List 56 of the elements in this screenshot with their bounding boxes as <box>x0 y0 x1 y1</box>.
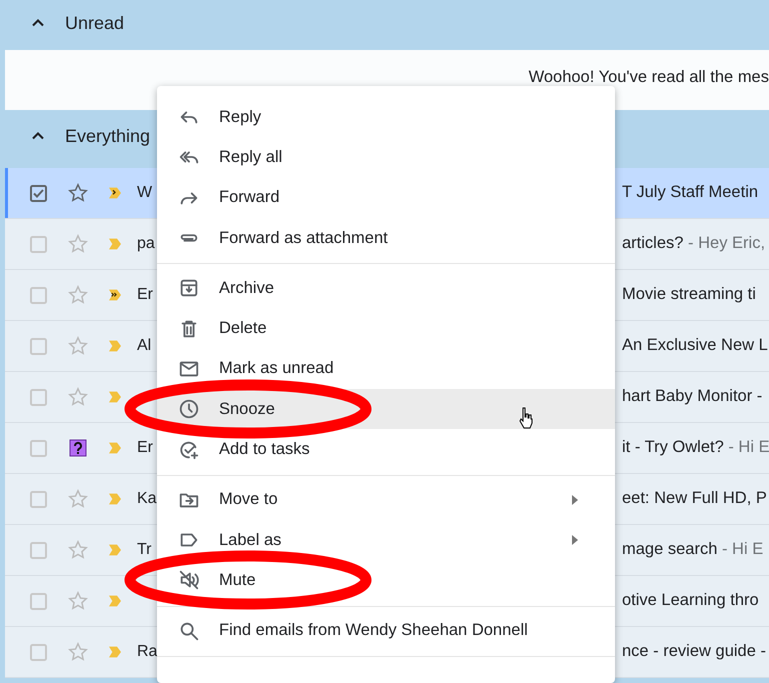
star-icon[interactable] <box>67 386 89 408</box>
star-icon[interactable] <box>67 590 89 612</box>
email-subject: articles? - Hey Eric, <box>622 234 766 253</box>
menu-item[interactable]: Add to tasks <box>157 429 615 470</box>
sender-name: Al <box>137 337 152 355</box>
star-icon[interactable] <box>67 641 89 663</box>
menu-item[interactable]: Forward as attachment <box>157 218 615 258</box>
email-subject: eet: New Full HD, P <box>622 489 767 508</box>
checkbox[interactable] <box>30 236 47 252</box>
archive-icon <box>178 277 200 300</box>
menu-item[interactable]: Reply <box>157 97 615 138</box>
sender-name: Tr <box>137 541 152 559</box>
checkbox[interactable] <box>30 388 47 406</box>
star-icon[interactable] <box>67 488 89 510</box>
menu-item[interactable]: Mark as unread <box>157 348 615 390</box>
email-subject: it - Try Owlet? - Hi E <box>622 438 769 457</box>
notice-text: Woohoo! You've read all the mes <box>528 68 769 87</box>
question-mark-icon[interactable] <box>69 439 87 457</box>
sender-name: Ra <box>137 643 158 661</box>
sender-name: Ka <box>137 490 157 508</box>
checkbox[interactable] <box>30 490 47 508</box>
sender-name: Er <box>137 439 153 457</box>
checkbox[interactable] <box>30 184 47 202</box>
star-icon[interactable] <box>67 182 89 204</box>
clock-icon <box>178 398 200 420</box>
checkbox[interactable] <box>30 592 47 610</box>
menu-item[interactable]: Move to <box>157 480 615 520</box>
menu-item[interactable]: Forward <box>157 178 615 218</box>
checkbox[interactable] <box>30 338 47 354</box>
checkbox[interactable] <box>30 440 47 456</box>
sender-name: pa <box>137 235 155 253</box>
star-icon[interactable] <box>67 233 89 255</box>
muted-speaker-icon <box>178 569 200 592</box>
checkbox[interactable] <box>30 644 47 660</box>
hand-cursor-icon <box>519 407 533 430</box>
menu-item[interactable]: Label as <box>157 520 615 560</box>
menu-item[interactable]: Reply all <box>157 137 615 178</box>
email-subject: hart Baby Monitor - <box>622 387 762 406</box>
star-icon[interactable] <box>67 284 89 306</box>
email-subject: An Exclusive New L <box>622 336 768 355</box>
sender-name: W <box>137 184 152 202</box>
email-subject: mage search - Hi E <box>622 540 764 559</box>
menu-item[interactable]: Delete <box>157 308 615 349</box>
section-title: Unread <box>65 12 124 34</box>
menu-item[interactable]: Archive <box>157 268 615 308</box>
star-icon[interactable] <box>67 539 89 561</box>
email-subject: nce - review guide - <box>622 642 766 661</box>
email-subject: T July Staff Meetin <box>622 183 758 202</box>
email-subject: Movie streaming ti <box>622 285 756 304</box>
star-icon[interactable] <box>67 335 89 357</box>
checkbox[interactable] <box>30 542 47 558</box>
menu-item[interactable]: Find emails from Wendy Sheehan Donnell <box>157 610 615 651</box>
section-title: Everything <box>65 126 150 146</box>
email-subject: otive Learning thro <box>622 591 759 610</box>
checkbox[interactable] <box>30 286 47 304</box>
sender-name: Er <box>137 286 153 304</box>
